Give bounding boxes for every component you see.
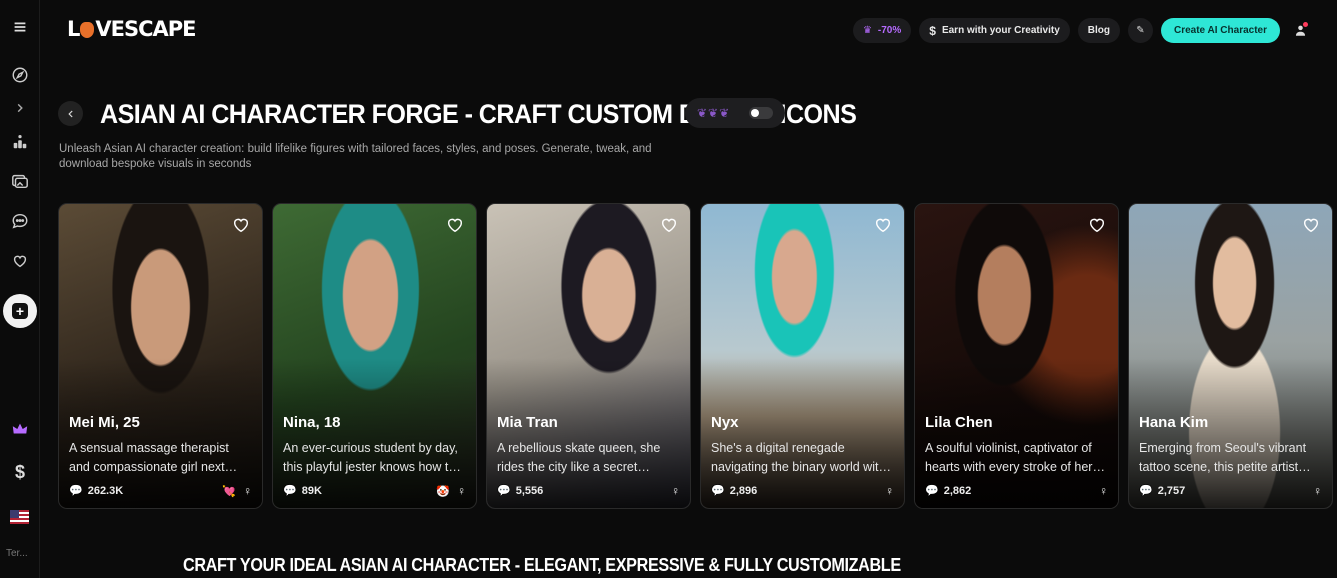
notification-dot <box>1303 22 1308 27</box>
character-card[interactable]: Mia Tran A rebellious skate queen, she r… <box>486 203 691 509</box>
logo-text-left: L <box>67 17 80 41</box>
chat-count: 💬 2,896 <box>711 484 758 498</box>
pumpkin-icon <box>80 22 95 38</box>
chat-count: 💬 5,556 <box>497 484 544 498</box>
discount-pill[interactable]: ♛ -70% <box>852 18 912 43</box>
page-subtitle: Unleash Asian AI character creation: bui… <box>59 143 652 170</box>
topbar: ♛ -70% $ Earn with your Creativity Blog … <box>852 18 1313 43</box>
chat-icon: 💬 <box>283 485 297 497</box>
blog-label: Blog <box>1087 25 1110 36</box>
create-ai-character-button[interactable]: Create AI Character <box>1160 18 1280 43</box>
back-button[interactable] <box>58 101 83 126</box>
character-description: A rebellious skate queen, she rides the … <box>497 441 661 474</box>
heart-icon[interactable] <box>1302 216 1320 234</box>
chat-count: 💬 262.3K <box>69 484 124 498</box>
crown-icon[interactable] <box>0 414 40 444</box>
chat-count-value: 2,862 <box>943 484 972 497</box>
earn-button[interactable]: $ Earn with your Creativity <box>919 18 1070 43</box>
heart-icon[interactable] <box>874 216 892 234</box>
sidebar: + $ Ter... <box>0 0 40 578</box>
chat-count-value: 2,896 <box>729 484 758 497</box>
character-name: Mei Mi, 25 <box>69 414 140 431</box>
feather-icon[interactable]: ✎ <box>1127 18 1153 43</box>
character-name: Mia Tran <box>497 414 558 431</box>
chat-icon: 💬 <box>1139 485 1153 497</box>
leaderboard-icon[interactable] <box>0 127 40 157</box>
character-description: A sensual massage therapist and compassi… <box>69 441 229 474</box>
chat-count: 💬 89K <box>283 484 322 498</box>
chat-icon: 💬 <box>711 485 725 497</box>
terms-link[interactable]: Ter... <box>6 548 28 559</box>
character-name: Nyx <box>711 414 739 431</box>
chat-icon: 💬 <box>925 485 939 497</box>
chevron-right-icon[interactable] <box>0 93 40 123</box>
female-icon: ♀ <box>1099 484 1108 498</box>
character-description: A soulful violinist, captivator of heart… <box>925 441 1093 474</box>
character-card[interactable]: Nyx She's a digital renegade navigating … <box>700 203 905 509</box>
compass-icon[interactable] <box>0 60 40 90</box>
heart-icon[interactable] <box>232 216 250 234</box>
chat-count-value: 262.3K <box>87 484 124 497</box>
character-description: An ever-curious student by day, this pla… <box>283 441 458 474</box>
female-icon: ♀ <box>457 484 466 498</box>
create-character-button[interactable]: + <box>3 294 37 328</box>
female-icon: ♀ <box>885 484 894 498</box>
nsfw-toggle[interactable]: ❦❦❦ <box>685 98 785 128</box>
chat-icon[interactable] <box>0 206 40 236</box>
gallery-icon[interactable] <box>0 166 40 196</box>
character-description: She's a digital renegade navigating the … <box>711 441 886 474</box>
chat-count: 💬 2,862 <box>925 484 972 498</box>
character-card[interactable]: Mei Mi, 25 A sensual massage therapist a… <box>58 203 263 509</box>
female-icon: ♀ <box>671 484 680 498</box>
chat-count-value: 89K <box>301 484 322 497</box>
plus-icon: + <box>12 303 28 319</box>
female-icon: ♀ <box>1313 484 1322 498</box>
dollar-icon: $ <box>929 23 936 38</box>
heart-icon[interactable] <box>446 216 464 234</box>
logo-text-right: VESCAPE <box>95 17 196 41</box>
chat-count-value: 2,757 <box>1157 484 1186 497</box>
menu-icon[interactable] <box>0 12 40 42</box>
crown-icon: ♛ <box>862 25 872 36</box>
section-heading: CRAFT YOUR IDEAL ASIAN AI CHARACTER - EL… <box>183 555 901 575</box>
earn-label: Earn with your Creativity <box>941 25 1060 36</box>
user-icon[interactable] <box>1288 18 1313 43</box>
toggle-switch[interactable] <box>749 107 773 119</box>
heart-hand-icon[interactable] <box>0 246 40 276</box>
character-name: Hana Kim <box>1139 414 1209 431</box>
emoji-icons: ❦❦❦ <box>697 106 731 120</box>
logo[interactable]: L VESCAPE <box>67 17 197 41</box>
discount-label: -70% <box>877 25 902 36</box>
heart-icon[interactable] <box>660 216 678 234</box>
character-name: Nina, 18 <box>283 414 341 431</box>
dollar-icon[interactable]: $ <box>0 457 40 487</box>
us-flag-icon[interactable] <box>10 510 29 524</box>
character-card[interactable]: Lila Chen A soulful violinist, captivato… <box>914 203 1119 509</box>
chat-count-value: 5,556 <box>515 484 544 497</box>
blog-link[interactable]: Blog <box>1077 18 1120 43</box>
card-badge-icon: 💘 <box>222 486 236 498</box>
chat-count: 💬 2,757 <box>1139 484 1186 498</box>
chat-icon: 💬 <box>497 485 511 497</box>
character-card[interactable]: Nina, 18 An ever-curious student by day,… <box>272 203 477 509</box>
character-description: Emerging from Seoul's vibrant tattoo sce… <box>1139 441 1307 474</box>
character-card[interactable]: Hana Kim Emerging from Seoul's vibrant t… <box>1128 203 1333 509</box>
female-icon: ♀ <box>243 484 252 498</box>
character-cards: Mei Mi, 25 A sensual massage therapist a… <box>58 203 1333 509</box>
chat-icon: 💬 <box>69 485 83 497</box>
character-name: Lila Chen <box>925 414 993 431</box>
card-badge-icon: 🤡 <box>436 486 450 498</box>
heart-icon[interactable] <box>1088 216 1106 234</box>
